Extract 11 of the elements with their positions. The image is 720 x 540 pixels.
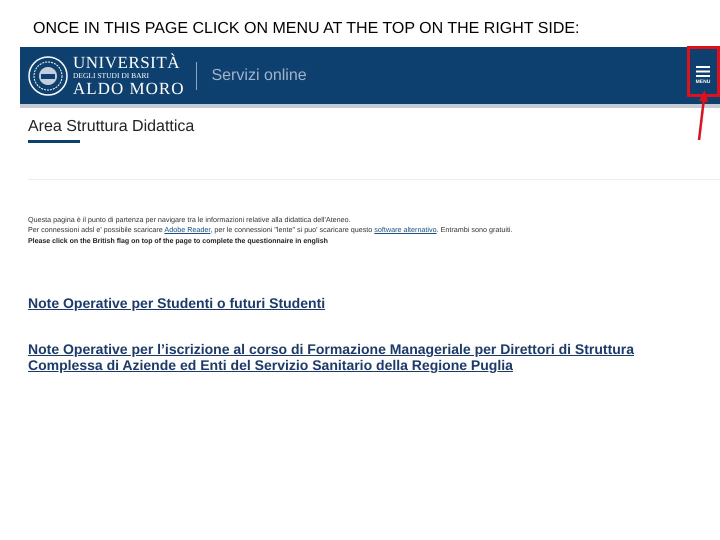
pointer-arrow [698,90,708,140]
note-link[interactable]: Note Operative per Studenti o futuri Studenti [28,295,708,311]
page-title: Area Struttura Didattica [28,117,194,137]
seal-icon [28,56,68,96]
note-link[interactable]: Note Operative per l’iscrizione al corso di Formazione Manageriale per Direttori di Struttura Complessa di Aziende ed Enti del Servizio Sanitario della Regione Puglia [28,341,708,373]
logo-text: UNIVERSITÀ [73,54,181,71]
instruction-caption: ONCE IN THIS PAGE CLICK ON MENU AT THE TOP ON THE RIGHT SIDE: [33,19,580,39]
logo-text: ALDO MORO [73,80,184,98]
service-title: Servizi online [211,66,307,84]
title-underline [28,140,80,143]
menu-icon [696,66,710,77]
